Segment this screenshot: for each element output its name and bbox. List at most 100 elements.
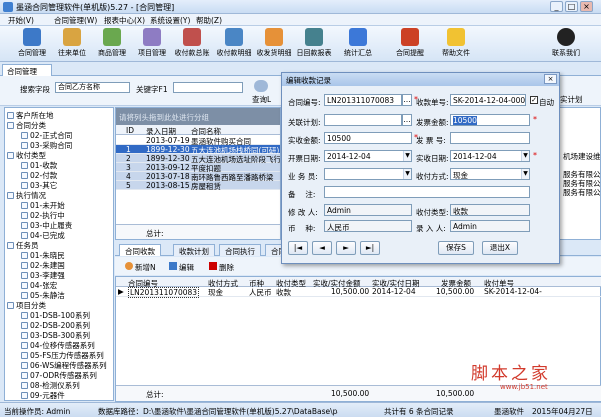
nav-last-button[interactable]: ►| <box>360 241 380 255</box>
tree-label: 06-WS编程传感器系列 <box>30 361 107 370</box>
search-field-select[interactable]: 合同乙方名称 <box>55 82 130 93</box>
tab-receipt-plan[interactable]: 收款计划 <box>173 244 215 256</box>
method-select[interactable]: 现金 <box>450 168 530 180</box>
save-button[interactable]: 保存S <box>438 241 474 255</box>
folder-icon <box>7 192 14 199</box>
remark-field[interactable] <box>324 186 530 198</box>
search-icon <box>254 80 268 92</box>
table-row[interactable]: 1 1899-12-30 五大连池机场栈桥同(可研) <box>116 145 280 155</box>
contract-grid: 请将列头拖到此处进行分组 ID 录入日期 合同名称 总计: 2013-07-19… <box>115 107 281 240</box>
cell-date: 1899-12-30 <box>146 145 190 154</box>
menu-settings[interactable]: 系统设置(Y) <box>150 15 190 26</box>
help-file-button[interactable]: 帮助文件 <box>436 27 476 61</box>
table-row[interactable]: 5 2013-08-15 房屋租赁 <box>116 181 280 191</box>
menu-report[interactable]: 报表中心(X) <box>104 15 145 26</box>
menu-help[interactable]: 帮助(Z) <box>196 15 222 26</box>
daily-report-button[interactable]: 日回款报表 <box>294 27 334 61</box>
contact-button[interactable]: 联系我们 <box>546 27 586 61</box>
tree-node[interactable]: 09-元器件 <box>21 390 65 400</box>
dialog-title: 编辑收款记录 <box>282 73 559 86</box>
table-row[interactable]: 3 2013-09-12 平度扣题 <box>116 163 280 173</box>
folder-icon <box>7 242 14 249</box>
required-mark: * <box>533 115 537 124</box>
status-date: 2015年04月27日 <box>532 407 593 416</box>
table-row[interactable]: ▶ LN201311070083 现金 人民币 收款 10,500.00 201… <box>116 287 601 298</box>
auto-checkbox[interactable]: ✓ <box>530 96 538 104</box>
invoice-amount-selected: 10500 <box>453 116 477 125</box>
keyword-label: 关键字F1 <box>136 85 168 94</box>
node-icon <box>21 252 28 259</box>
salesman-select[interactable] <box>324 168 412 180</box>
delete-button[interactable]: 删除 <box>219 262 234 273</box>
tree-label: 03-采购合同 <box>30 141 73 150</box>
chevron-down-icon[interactable]: ▼ <box>521 151 529 161</box>
remark-label: 备 注: <box>288 190 316 199</box>
new-button[interactable]: 新增N <box>135 262 156 273</box>
folder-icon <box>7 122 14 129</box>
invoice-no-field[interactable] <box>450 132 530 144</box>
tab-contract-receipt[interactable]: 合同收款 <box>119 244 161 256</box>
plan-browse-button[interactable]: … <box>402 114 412 126</box>
receive-date-field[interactable]: 2014-12-04 <box>450 150 530 162</box>
delivery-detail-button[interactable]: 收发货明细 <box>254 27 294 61</box>
cell-type: 收款 <box>276 288 291 297</box>
status-db-path: 数据库路径：D:\墨涵软件\墨涵合同管理软件(单机版)5.27\DataBase… <box>98 407 338 416</box>
statistics-button[interactable]: 统计汇总 <box>338 27 378 61</box>
receipt-total-label: 总计: <box>146 390 164 399</box>
app-icon <box>3 2 13 12</box>
table-row[interactable]: 2 1899-12-30 五大连池机场选址阶段飞行 <box>116 154 280 164</box>
nav-first-button[interactable]: |◄ <box>288 241 308 255</box>
tab-execution[interactable]: 合同执行 <box>219 244 261 256</box>
menu-start[interactable]: 开始(V) <box>8 15 34 26</box>
receipt-no-field[interactable]: SK-2014-12-04-0001 <box>450 94 526 106</box>
status-operator: 当前操作员: Admin <box>4 407 71 416</box>
invoice-date-field[interactable]: 2014-12-04 <box>324 150 412 162</box>
close-button[interactable]: × <box>580 1 593 12</box>
nav-prev-button[interactable]: ◄ <box>312 241 332 255</box>
col-id[interactable]: ID <box>126 126 134 135</box>
maximize-button[interactable]: □ <box>565 1 578 12</box>
cell-no: SK-2014-12-04- <box>484 287 542 296</box>
menu-contract[interactable]: 合同管理(W) <box>54 15 97 26</box>
node-icon <box>21 202 28 209</box>
exit-button[interactable]: 退出X <box>482 241 518 255</box>
keyword-input[interactable] <box>173 82 243 93</box>
nav-next-button[interactable]: ► <box>336 241 356 255</box>
contract-no-label: 合同编号: <box>288 98 321 107</box>
plan-tab-label[interactable]: 实计划 <box>560 94 583 105</box>
chevron-down-icon[interactable]: ▼ <box>521 169 529 179</box>
cell-id: 3 <box>126 163 131 172</box>
contract-no-field[interactable]: LN201311070083 <box>324 94 402 106</box>
tab-contract[interactable]: 合同管理 <box>2 64 52 76</box>
related-plan-field[interactable] <box>324 114 402 126</box>
ledger-button[interactable]: 收付款总账 <box>172 27 212 61</box>
actual-amount-field[interactable]: 10500 <box>324 132 412 144</box>
dialog-close-button[interactable]: × <box>544 74 557 84</box>
row-marker: ▶ <box>118 287 124 296</box>
tree-label: 02-朱建国 <box>30 261 65 270</box>
chevron-down-icon[interactable]: ▼ <box>403 169 411 179</box>
goods-button[interactable]: 商品管理 <box>92 27 132 61</box>
chevron-down-icon[interactable]: ▼ <box>403 151 411 161</box>
edit-button[interactable]: 编辑 <box>179 262 194 273</box>
partner-button[interactable]: 往来单位 <box>52 27 92 61</box>
contract-browse-button[interactable]: … <box>402 94 412 106</box>
invoice-date-label: 开票日期: <box>288 154 321 163</box>
table-row[interactable]: 2013-07-19 墨涵软件购买合同 <box>116 136 280 146</box>
type-label: 收付类型: <box>416 208 449 217</box>
reminder-button[interactable]: 合同提醒 <box>390 27 430 61</box>
currency-label: 币 种: <box>288 224 316 233</box>
tree-label: 01-朱晓民 <box>30 251 65 260</box>
project-button[interactable]: 项目管理 <box>132 27 172 61</box>
auto-label: 自动 <box>539 98 554 107</box>
folder-icon <box>7 152 14 159</box>
receipt-no-label: 收款单号: <box>416 98 449 107</box>
contract-button[interactable]: 合同管理 <box>12 27 52 61</box>
minimize-button[interactable]: _ <box>550 1 563 12</box>
invoice-amount-field[interactable]: 10500 <box>450 114 530 126</box>
related-plan-label: 关联计划: <box>288 118 321 127</box>
cell-id: 4 <box>126 172 131 181</box>
payment-detail-button[interactable]: 收付款明细 <box>214 27 254 61</box>
table-row[interactable]: 4 2013-07-18 南环路鲁西路至潘路桥梁 <box>116 172 280 182</box>
query-button[interactable]: 查询L <box>252 94 271 105</box>
